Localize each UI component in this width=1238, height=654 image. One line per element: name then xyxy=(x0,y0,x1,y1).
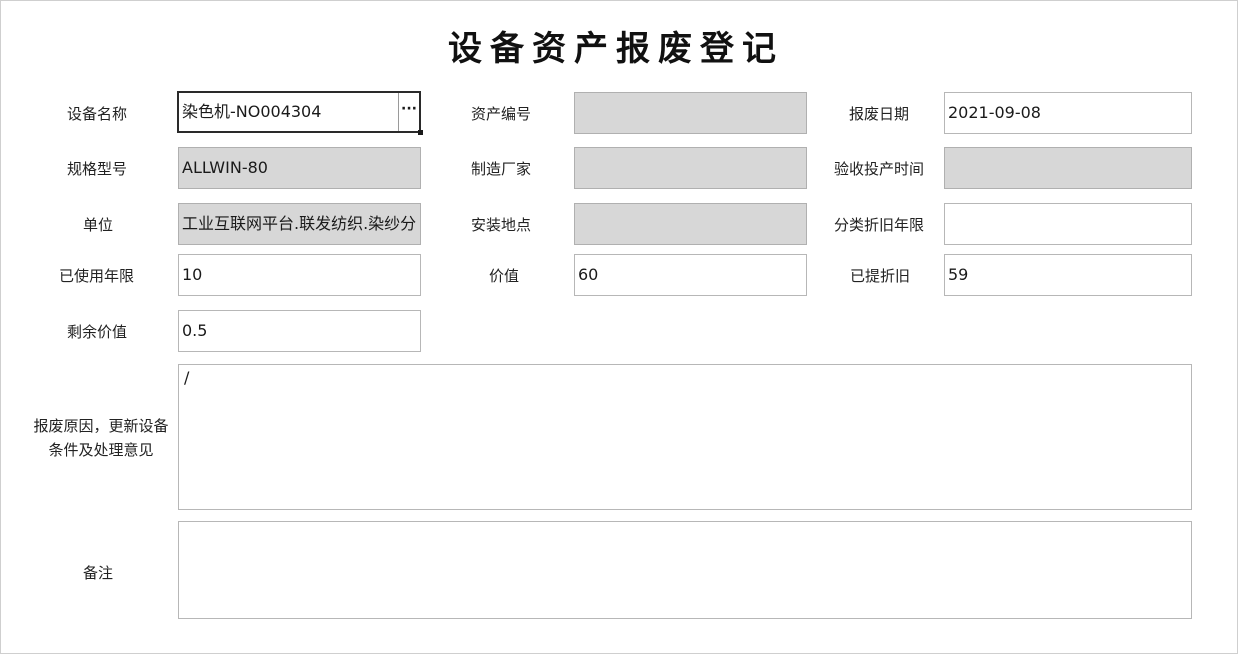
equipment-name-label: 设备名称 xyxy=(67,105,128,123)
install-location-field xyxy=(574,203,807,245)
install-location-label: 安装地点 xyxy=(471,216,532,234)
depreciated-label: 已提折旧 xyxy=(850,267,911,285)
form-frame: 设备资产报废登记 设备名称 染色机-NO004304 ··· 资产编号 报废日期… xyxy=(0,0,1238,654)
value-field[interactable]: 60 xyxy=(574,254,807,296)
model-spec-field: ALLWIN-80 xyxy=(178,147,421,189)
unit-field: 工业互联网平台.联发纺织.染纱分 xyxy=(178,203,421,245)
residual-value-field[interactable]: 0.5 xyxy=(178,310,421,352)
resize-handle xyxy=(418,130,423,135)
used-years-field[interactable]: 10 xyxy=(178,254,421,296)
manufacturer-label: 制造厂家 xyxy=(471,160,532,178)
model-spec-label: 规格型号 xyxy=(67,160,128,178)
acceptance-time-field xyxy=(944,147,1192,189)
residual-value-label: 剩余价值 xyxy=(67,323,128,341)
value-label: 价值 xyxy=(489,267,520,285)
acceptance-time-label: 验收投产时间 xyxy=(834,160,925,178)
equipment-name-field[interactable]: 染色机-NO004304 ··· xyxy=(177,91,421,133)
unit-label: 单位 xyxy=(83,216,114,234)
used-years-label: 已使用年限 xyxy=(59,267,135,285)
scrap-date-label: 报废日期 xyxy=(849,105,910,123)
asset-number-label: 资产编号 xyxy=(471,105,532,123)
scrap-date-field[interactable]: 2021-09-08 xyxy=(944,92,1192,134)
lookup-button[interactable]: ··· xyxy=(398,93,419,131)
depreciated-field[interactable]: 59 xyxy=(944,254,1192,296)
manufacturer-field xyxy=(574,147,807,189)
page-title: 设备资产报废登记 xyxy=(448,29,784,69)
equipment-name-value: 染色机-NO004304 xyxy=(182,102,322,121)
scrap-reason-textarea[interactable]: / xyxy=(178,364,1192,510)
scrap-reason-label: 报废原因，更新设备条件及处理意见 xyxy=(33,417,169,459)
asset-number-field xyxy=(574,92,807,134)
depreciation-years-label: 分类折旧年限 xyxy=(834,216,925,234)
remarks-textarea[interactable] xyxy=(178,521,1192,619)
depreciation-years-field[interactable] xyxy=(944,203,1192,245)
remarks-label: 备注 xyxy=(83,564,114,582)
